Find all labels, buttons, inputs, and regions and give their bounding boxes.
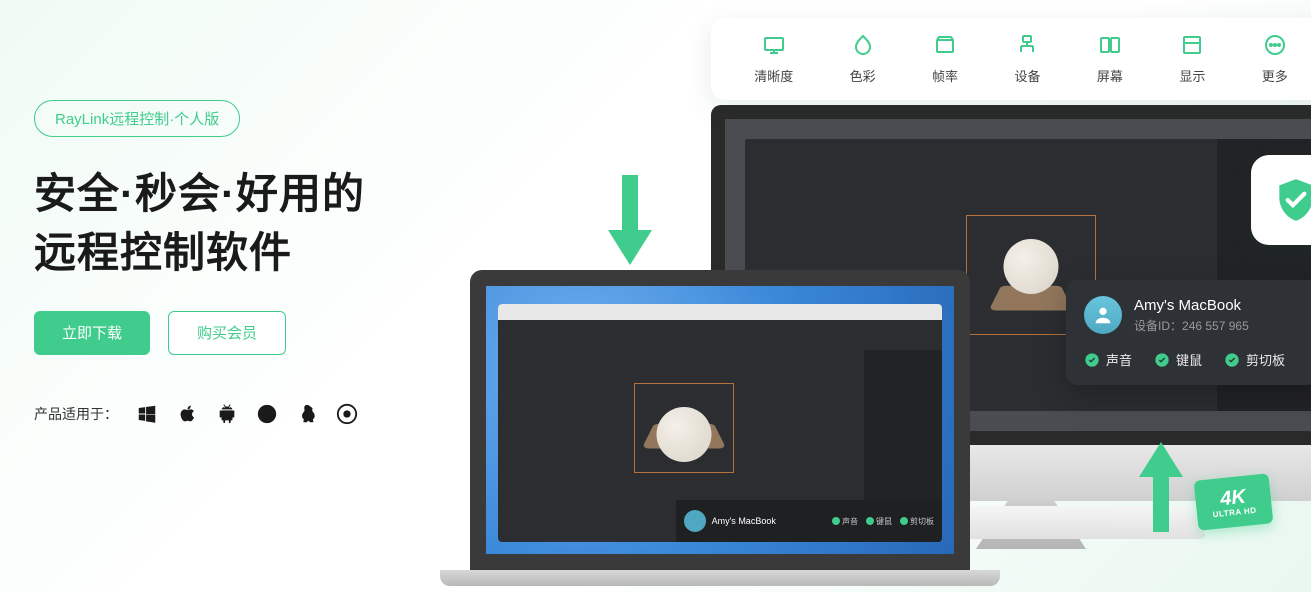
toolbar-color[interactable]: 色彩 bbox=[850, 33, 876, 85]
toolbar-screen[interactable]: 屏幕 bbox=[1097, 33, 1123, 85]
device-icon bbox=[1015, 33, 1039, 57]
laptop-mockup: Amy's MacBook 声音 键鼠 剪切板 bbox=[470, 270, 970, 586]
toolbar-fps[interactable]: 帧率 bbox=[932, 33, 958, 85]
arrow-up-icon bbox=[1131, 442, 1191, 532]
windows-icon[interactable] bbox=[136, 403, 158, 425]
display-icon bbox=[1180, 33, 1204, 57]
remote-toolbar: 清晰度 色彩 帧率 设备 屏幕 显示 更多 bbox=[711, 18, 1311, 100]
toolbar-more[interactable]: 更多 bbox=[1262, 33, 1288, 85]
android-icon[interactable] bbox=[216, 403, 238, 425]
chip-audio: 声音 bbox=[1084, 350, 1132, 369]
toolbar-more-label: 更多 bbox=[1262, 66, 1288, 85]
toolbar-clarity[interactable]: 清晰度 bbox=[754, 33, 793, 85]
toolbar-color-label: 色彩 bbox=[850, 66, 876, 85]
purchase-button[interactable]: 购买会员 bbox=[168, 311, 286, 355]
ultrahd-text: ULTRA HD bbox=[1212, 505, 1257, 519]
4k-text: 4K bbox=[1219, 486, 1247, 509]
platform-label: 产品适用于： bbox=[34, 404, 118, 424]
4k-badge: 4K ULTRA HD bbox=[1194, 473, 1274, 531]
laptop-chip-audio: 声音 bbox=[832, 516, 858, 527]
clarity-icon bbox=[762, 33, 786, 57]
toolbar-display-label: 显示 bbox=[1179, 66, 1205, 85]
download-button[interactable]: 立即下载 bbox=[34, 311, 150, 355]
chip-mouse: 键鼠 bbox=[1154, 350, 1202, 369]
arrow-down-icon bbox=[600, 175, 660, 265]
fps-icon bbox=[933, 33, 957, 57]
device-id: 设备ID：246 557 965 bbox=[1134, 317, 1249, 334]
toolbar-clarity-label: 清晰度 bbox=[754, 66, 793, 85]
chip-clipboard: 剪切板 bbox=[1224, 350, 1285, 369]
hero-line-1: 安全·秒会·好用的 bbox=[34, 165, 474, 224]
screen-icon bbox=[1098, 33, 1122, 57]
laptop-chip-mouse: 键鼠 bbox=[866, 516, 892, 527]
more-icon bbox=[1263, 33, 1287, 57]
hero-heading: 安全·秒会·好用的 远程控制软件 bbox=[34, 165, 474, 283]
toolbar-device[interactable]: 设备 bbox=[1014, 33, 1040, 85]
product-tag: RayLink远程控制·个人版 bbox=[34, 100, 240, 137]
color-icon bbox=[851, 33, 875, 57]
laptop-device-name: Amy's MacBook bbox=[712, 516, 776, 526]
laptop-chip-clipboard: 剪切板 bbox=[900, 516, 934, 527]
hero-line-2: 远程控制软件 bbox=[34, 224, 474, 283]
shield-badge bbox=[1251, 155, 1311, 245]
toolbar-device-label: 设备 bbox=[1014, 66, 1040, 85]
toolbar-display[interactable]: 显示 bbox=[1179, 33, 1205, 85]
toolbar-screen-label: 屏幕 bbox=[1097, 66, 1123, 85]
avatar bbox=[1084, 296, 1122, 334]
apple-icon[interactable] bbox=[176, 403, 198, 425]
linux-icon[interactable] bbox=[296, 403, 318, 425]
device-name: Amy's MacBook bbox=[1134, 297, 1249, 314]
appstore-icon[interactable] bbox=[256, 403, 278, 425]
toolbar-fps-label: 帧率 bbox=[932, 66, 958, 85]
device-status-card: Amy's MacBook 设备ID：246 557 965 声音 键鼠 剪切板 bbox=[1066, 280, 1311, 385]
avatar-small bbox=[684, 510, 706, 532]
chrome-icon[interactable] bbox=[336, 403, 358, 425]
